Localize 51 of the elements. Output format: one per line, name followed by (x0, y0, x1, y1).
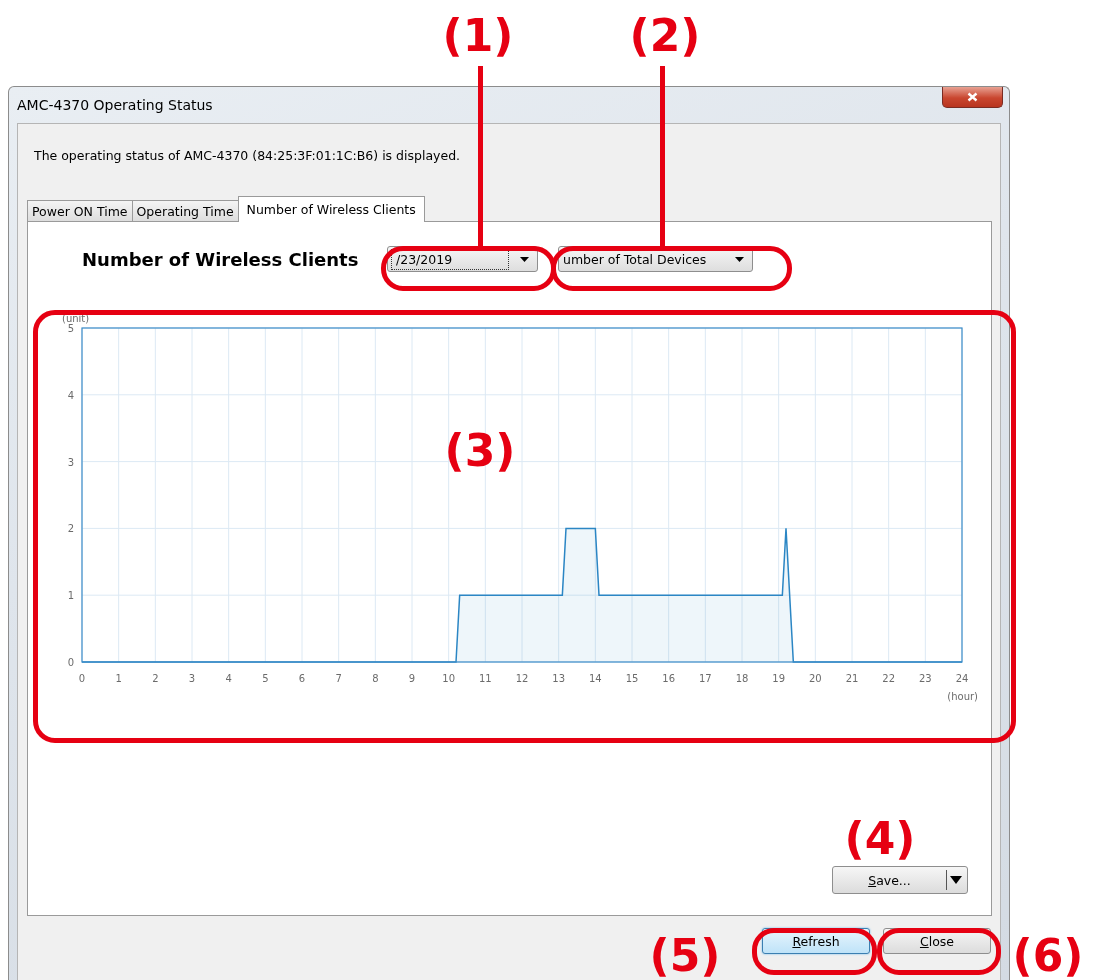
close-button[interactable] (942, 87, 1003, 108)
x-tick-label: 10 (442, 673, 456, 684)
x-tick-label: 12 (515, 673, 529, 684)
x-tick-label: 16 (662, 673, 676, 684)
x-tick-label: 14 (588, 673, 602, 684)
x-tick-label: 0 (78, 673, 86, 684)
x-tick-label: 24 (955, 673, 969, 684)
caret-icon (735, 256, 744, 262)
y-tick-label: 5 (67, 323, 74, 334)
x-tick-label: 21 (845, 673, 859, 684)
tab[interactable]: Power ON Time (27, 200, 133, 222)
x-tick-label: 4 (225, 673, 232, 684)
x-tick-label: 1 (115, 673, 122, 684)
x-tick-label: 6 (298, 673, 306, 684)
save-split-button[interactable]: Save... (832, 866, 968, 894)
x-tick-label: 20 (808, 673, 822, 684)
x-tick-label: 7 (335, 673, 342, 684)
chart-heading: Number of Wireless Clients (82, 248, 360, 270)
callout-label: (3) (444, 424, 516, 476)
x-tick-label: 15 (625, 673, 639, 684)
x-tick-label: 9 (408, 673, 416, 684)
window-title: AMC-4370 Operating Status (17, 97, 213, 113)
callout-label: (6) (1012, 929, 1084, 980)
x-tick-label: 2 (152, 673, 159, 684)
y-tick-label: 4 (67, 389, 74, 401)
x-tick-label: 13 (552, 673, 566, 684)
callout-label: (2) (629, 9, 701, 61)
tab[interactable]: Operating Time (131, 200, 239, 222)
x-tick-label: 8 (372, 673, 379, 684)
x-tick-label: 5 (262, 673, 269, 684)
caret-icon (950, 876, 962, 884)
x-tick-label: 18 (735, 673, 749, 684)
x-tick-label: 17 (698, 673, 712, 684)
x-tick-label: 11 (478, 673, 492, 684)
y-tick-label: 0 (67, 657, 74, 668)
x-tick-label: 22 (882, 673, 896, 684)
x-tick-label: 19 (772, 673, 786, 684)
description-text: The operating status of AMC-4370 (84:25:3F:01:1C:B6) is displayed. (34, 148, 462, 165)
caret-icon (520, 256, 529, 262)
callout-label: (5) (649, 929, 721, 980)
callout-label: (1) (442, 9, 514, 61)
y-axis-label: (unit) (62, 313, 90, 324)
y-tick-label: 3 (67, 456, 74, 468)
callout-label: (4) (844, 812, 916, 864)
tab[interactable]: Number of Wireless Clients (237, 196, 425, 222)
y-tick-label: 1 (67, 590, 74, 602)
x-tick-label: 23 (918, 673, 932, 684)
x-axis-label: (hour) (947, 691, 978, 702)
y-tick-label: 2 (67, 523, 74, 535)
x-tick-label: 3 (188, 673, 196, 684)
close-icon (967, 92, 978, 102)
